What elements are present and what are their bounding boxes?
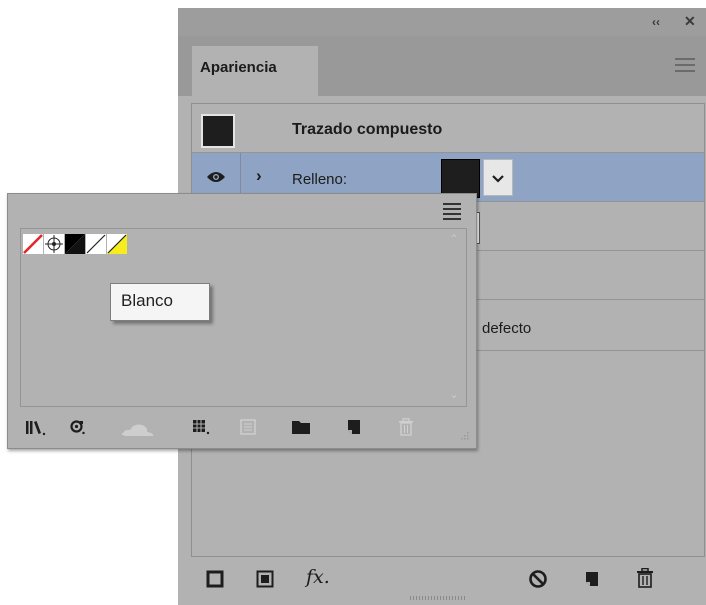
clear-appearance-icon[interactable] — [528, 569, 548, 593]
object-title-row[interactable]: Trazado compuesto — [192, 104, 704, 153]
hamburger-menu-icon[interactable] — [675, 58, 695, 76]
new-folder-icon[interactable] — [291, 419, 311, 439]
new-swatch-icon[interactable] — [346, 419, 362, 439]
add-new-fill-icon[interactable] — [256, 570, 274, 592]
panel-resize-grip[interactable] — [410, 596, 466, 600]
swatch-libraries-icon[interactable] — [25, 419, 49, 441]
swatch-registration[interactable] — [44, 234, 64, 254]
opacity-mode-text: defecto — [482, 320, 532, 337]
object-thumbnail — [201, 114, 235, 148]
swatch-black[interactable] — [65, 234, 85, 254]
object-title: Trazado compuesto — [292, 121, 443, 138]
swatch-options-grid-icon[interactable] — [192, 419, 212, 439]
delete-swatch-icon[interactable] — [398, 418, 414, 440]
fill-label[interactable]: Relleno: — [292, 171, 347, 188]
panel-tab-bar: Apariencia — [178, 36, 706, 96]
swatch-none[interactable] — [23, 234, 43, 254]
swatches-footer — [8, 408, 478, 448]
close-icon[interactable]: ✕ — [684, 13, 696, 29]
panel-title-bar[interactable]: ‹‹ ✕ — [178, 8, 706, 36]
tab-apariencia[interactable]: Apariencia — [192, 46, 318, 96]
chevron-right-icon[interactable]: › — [256, 166, 262, 186]
swatches-panel: ⌃ ⌄ Blanco — [7, 193, 477, 449]
fill-dropdown-button[interactable] — [483, 159, 513, 196]
swatch-yellow[interactable] — [107, 234, 127, 254]
swatch-white[interactable] — [86, 234, 106, 254]
color-group-icon[interactable] — [240, 419, 256, 439]
add-new-stroke-icon[interactable] — [206, 570, 224, 592]
delete-item-icon[interactable] — [636, 567, 654, 592]
resize-grip-icon[interactable] — [458, 430, 470, 447]
list-menu-icon[interactable] — [443, 203, 461, 223]
scroll-down-arrow[interactable]: ⌄ — [449, 387, 459, 401]
fx-icon[interactable]: fx. — [306, 566, 330, 588]
double-chevron-left-icon[interactable]: ‹‹ — [652, 14, 660, 30]
fx-label: fx — [306, 566, 324, 588]
show-kinds-icon[interactable] — [70, 419, 86, 439]
swatch-tooltip: Blanco — [110, 283, 210, 321]
cloud-sync-icon[interactable] — [121, 420, 161, 442]
duplicate-item-icon[interactable] — [583, 570, 601, 592]
scroll-up-arrow[interactable]: ⌃ — [449, 232, 459, 246]
swatches-list: ⌃ ⌄ — [20, 228, 467, 407]
eye-icon[interactable] — [206, 170, 226, 188]
